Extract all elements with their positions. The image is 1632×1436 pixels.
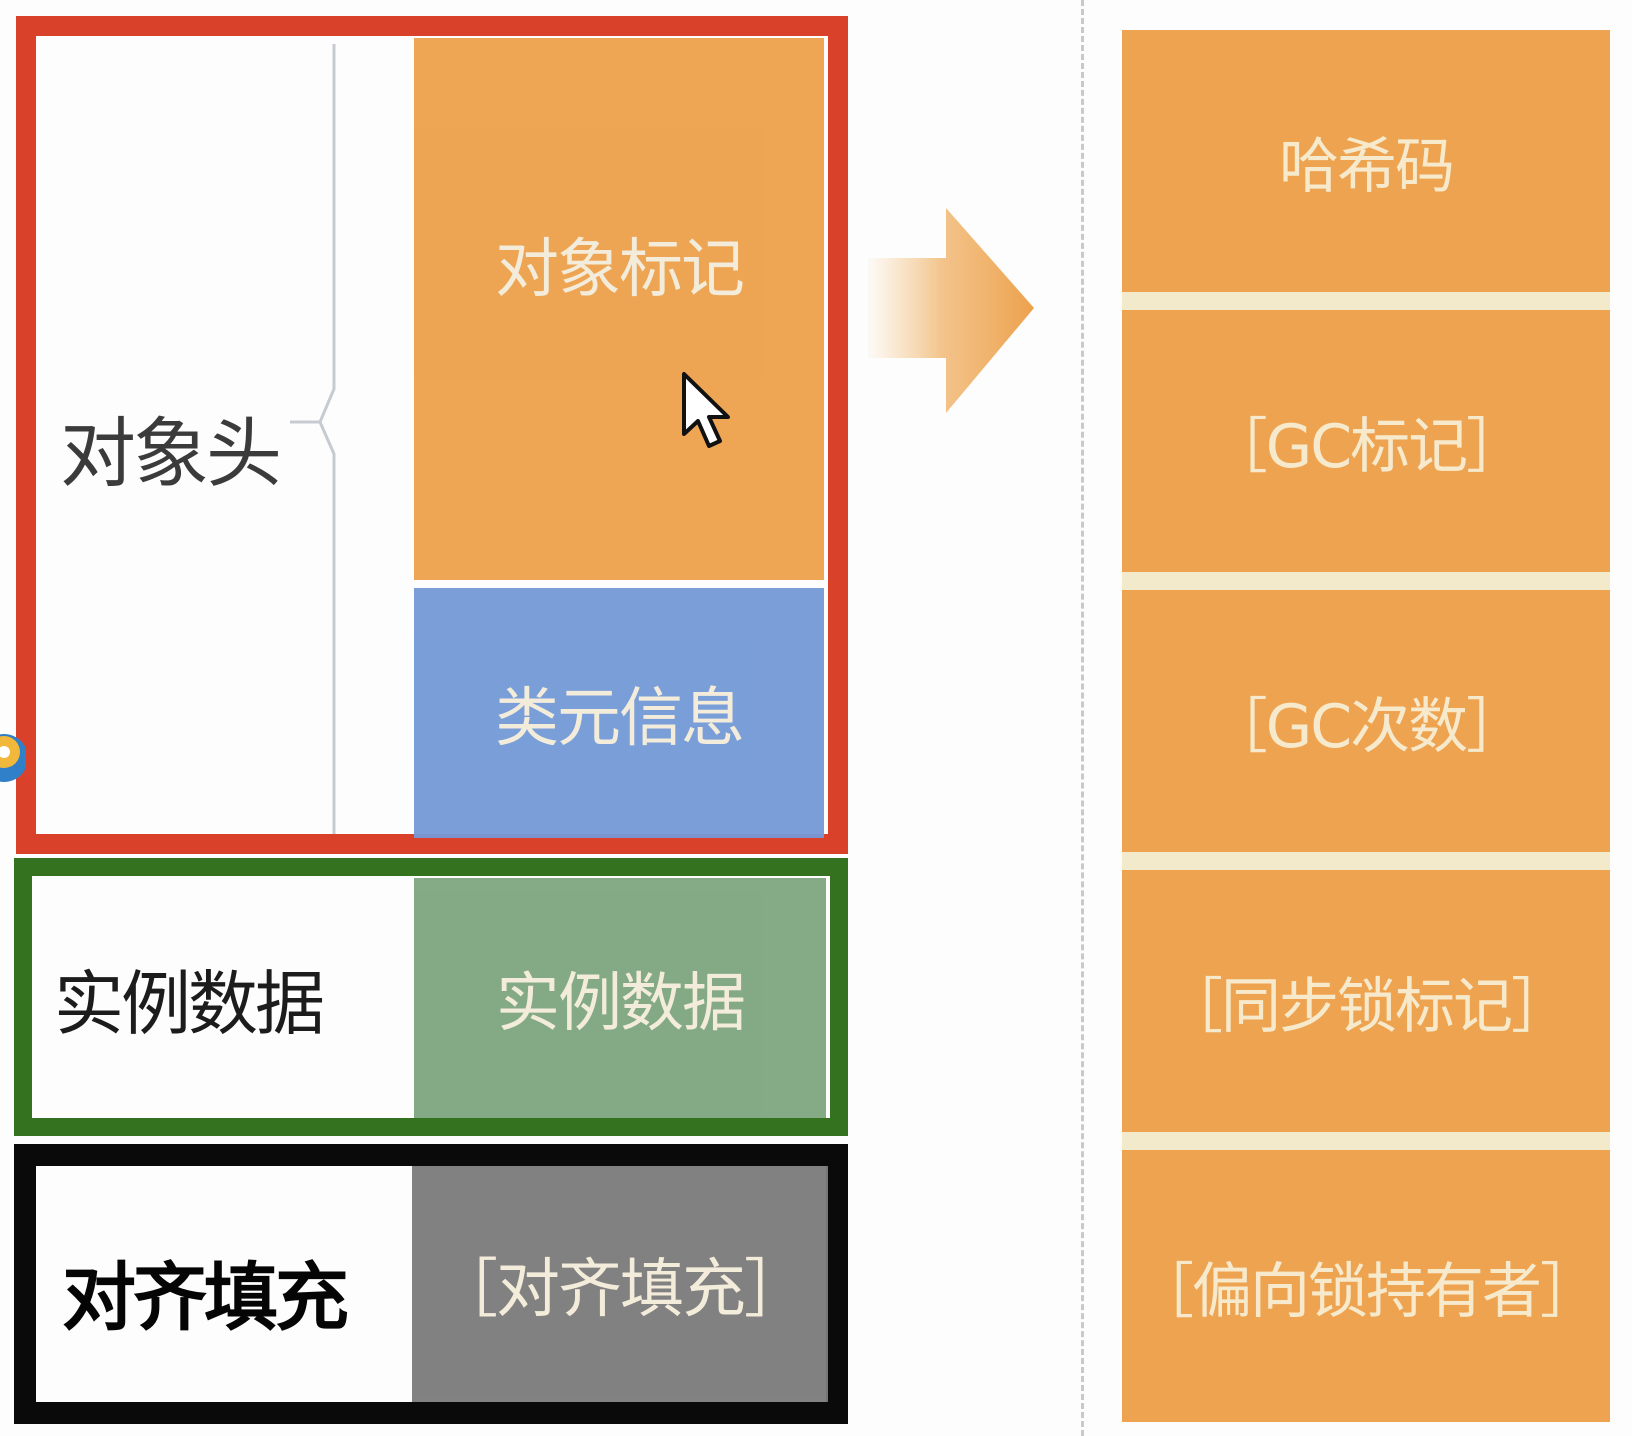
class-metadata-block: 类元信息 [414, 588, 824, 838]
header-brace-icon [290, 44, 336, 834]
dashed-divider [1081, 0, 1084, 1436]
mark-word-stack: 哈希码 ［GC标记］ ［GC次数］ ［同步锁标记］ ［偏向锁持有者］ [1122, 30, 1610, 1422]
mark-word-field-text: ［GC次数］ [1207, 691, 1526, 762]
mark-word-field: ［GC标记］ [1122, 310, 1610, 572]
object-mark-text: 对象标记 [495, 233, 745, 307]
padding-block: ［对齐填充］ [412, 1166, 828, 1402]
mark-word-field-text: ［偏向锁持有者］ [1134, 1256, 1600, 1327]
padding-text: ［对齐填充］ [434, 1253, 808, 1327]
right-arrow-icon [868, 208, 1034, 413]
pointer-cursor-icon [682, 372, 730, 448]
object-header-label: 对象头 [60, 409, 282, 498]
mark-word-field-text: 哈希码 [1279, 131, 1455, 202]
edge-badge-icon [0, 734, 26, 782]
object-mark-block: 对象标记 [414, 38, 824, 580]
instance-data-block: 实例数据 [414, 878, 826, 1118]
instance-data-label: 实例数据 [54, 963, 325, 1045]
object-memory-layout-diagram: 对象标记 类元信息 对象头 实例数据 实例数据 ［对齐填充］ 对齐填充 哈希码 … [0, 0, 1632, 1436]
mark-word-field: ［偏向锁持有者］ [1122, 1150, 1610, 1422]
mark-word-field-text: ［GC标记］ [1207, 411, 1526, 482]
instance-data-text: 实例数据 [496, 967, 746, 1041]
mark-word-field: ［同步锁标记］ [1122, 870, 1610, 1132]
mark-word-field: ［GC次数］ [1122, 590, 1610, 852]
padding-label: 对齐填充 [62, 1255, 349, 1341]
mark-word-field-text: ［同步锁标记］ [1163, 971, 1571, 1042]
class-metadata-text: 类元信息 [495, 682, 745, 756]
mark-word-field: 哈希码 [1122, 30, 1610, 292]
